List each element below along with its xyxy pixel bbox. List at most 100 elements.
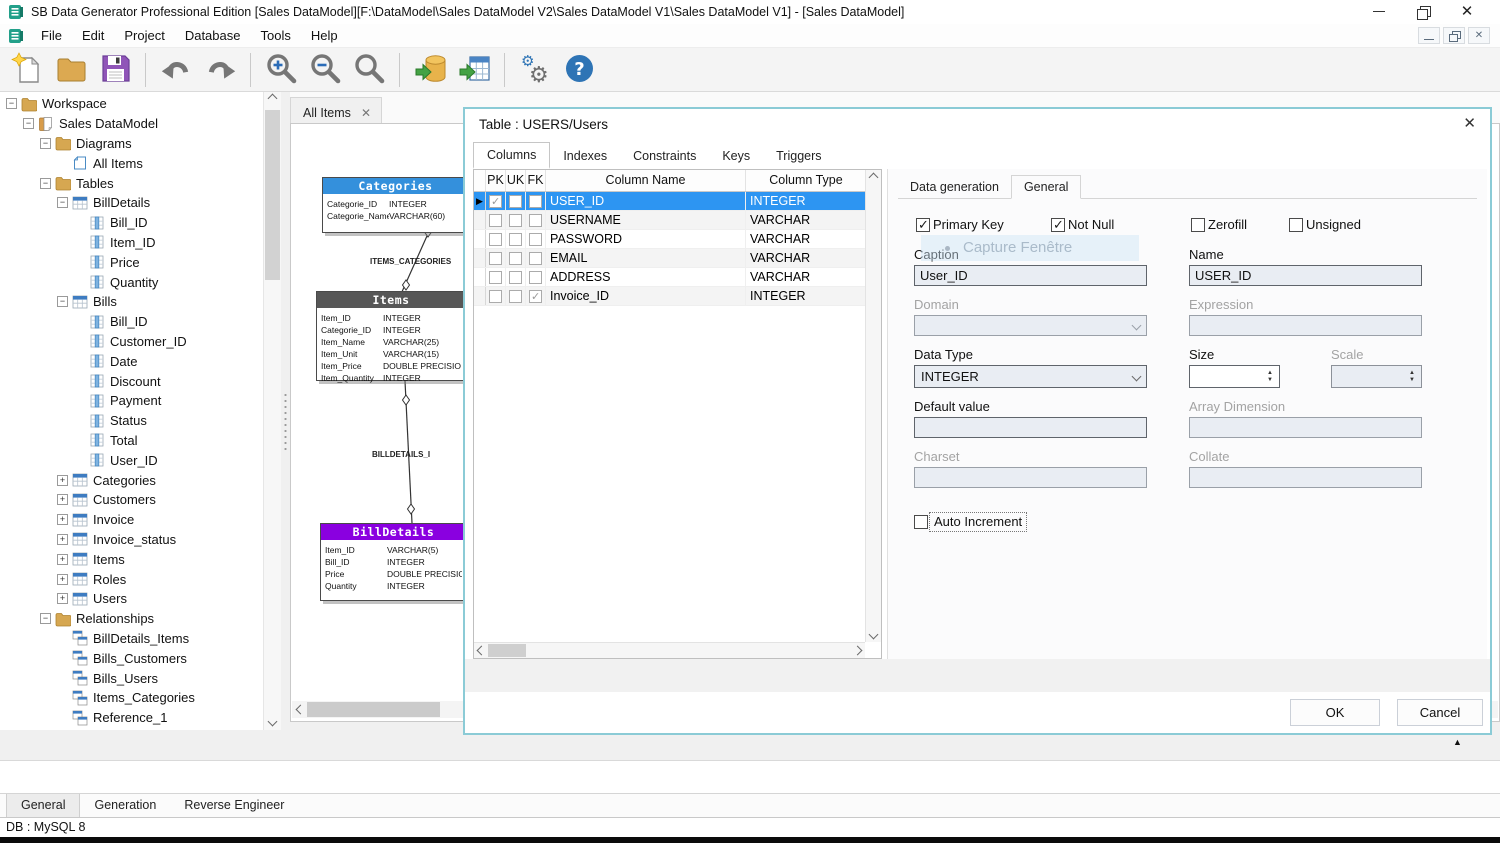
tree-item-bill-id[interactable]: Bill_ID — [0, 213, 262, 233]
fk-checkbox[interactable] — [529, 290, 542, 303]
uk-checkbox[interactable] — [509, 214, 522, 227]
new-document-button[interactable] — [8, 51, 46, 89]
tree-item-user-id[interactable]: User_ID — [0, 450, 262, 470]
column-type-cell[interactable]: INTEGER — [746, 192, 865, 210]
tab-all-items[interactable]: All Items ✕ — [290, 97, 382, 123]
column-header-pk[interactable]: PK — [486, 170, 506, 191]
tree-item-customers[interactable]: +Customers — [0, 490, 262, 510]
pk-checkbox[interactable] — [489, 271, 502, 284]
tree-item-bills-users[interactable]: Bills_Users — [0, 668, 262, 688]
minus-expander-icon[interactable]: − — [57, 296, 68, 307]
grid-vscrollbar[interactable] — [865, 170, 881, 642]
auto-increment-checkbox[interactable] — [914, 515, 928, 529]
row-selector[interactable] — [474, 287, 486, 305]
fk-checkbox[interactable] — [529, 214, 542, 227]
zoom-button[interactable] — [350, 51, 388, 89]
tree-item-payment[interactable]: Payment — [0, 391, 262, 411]
tree-item-bills[interactable]: −Bills — [0, 292, 262, 312]
cancel-button[interactable]: Cancel — [1397, 699, 1483, 726]
column-type-cell[interactable]: VARCHAR — [746, 230, 865, 248]
tree-item-relationships[interactable]: −Relationships — [0, 609, 262, 629]
tree-item-discount[interactable]: Discount — [0, 371, 262, 391]
tree-item-billdetails-items[interactable]: BillDetails_Items — [0, 629, 262, 649]
scroll-left-icon[interactable] — [477, 646, 487, 656]
close-icon[interactable]: ✕ — [1460, 5, 1474, 19]
column-type-cell[interactable]: VARCHAR — [746, 249, 865, 267]
grid-row-password[interactable]: PASSWORDVARCHAR — [474, 230, 865, 249]
scrollbar-thumb[interactable] — [265, 110, 280, 280]
tree-item-sales-datamodel[interactable]: −Sales DataModel — [0, 114, 262, 134]
plus-expander-icon[interactable]: + — [57, 574, 68, 585]
help-button[interactable]: ? — [560, 51, 598, 89]
panel-collapse-arrow-icon[interactable]: ▲ — [1453, 737, 1462, 747]
menu-file[interactable]: File — [31, 25, 72, 46]
scrollbar-thumb[interactable] — [307, 702, 440, 717]
grid-hscrollbar[interactable] — [474, 642, 865, 658]
pk-checkbox[interactable] — [489, 195, 502, 208]
tree-item-price[interactable]: Price — [0, 252, 262, 272]
ok-button[interactable]: OK — [1290, 699, 1380, 726]
menu-tools[interactable]: Tools — [250, 25, 300, 46]
tree-scrollbar[interactable] — [263, 92, 281, 730]
tree-item-categories[interactable]: +Categories — [0, 470, 262, 490]
open-folder-button[interactable] — [52, 51, 90, 89]
plus-expander-icon[interactable]: + — [57, 593, 68, 604]
bottom-tab-general[interactable]: General — [6, 794, 80, 817]
tree-item-workspace[interactable]: −Workspace — [0, 94, 262, 114]
redo-button[interactable] — [201, 51, 239, 89]
dialog-close-icon[interactable]: ✕ — [1463, 116, 1476, 131]
scroll-down-icon[interactable] — [268, 717, 278, 727]
uk-checkbox[interactable] — [509, 252, 522, 265]
default-value-input[interactable] — [914, 417, 1147, 438]
column-name-cell[interactable]: USER_ID — [546, 192, 746, 210]
tree-item-diagrams[interactable]: −Diagrams — [0, 134, 262, 154]
column-name-cell[interactable]: USERNAME — [546, 211, 746, 229]
primary-key-checkbox[interactable] — [916, 218, 930, 232]
bottom-tab-generation[interactable]: Generation — [80, 794, 170, 817]
row-selector[interactable] — [474, 211, 486, 229]
tab-triggers[interactable]: Triggers — [763, 144, 834, 168]
tree-item-items[interactable]: +Items — [0, 549, 262, 569]
pk-checkbox[interactable] — [489, 290, 502, 303]
tree-item-all-items[interactable]: All Items — [0, 153, 262, 173]
tab-constraints[interactable]: Constraints — [620, 144, 709, 168]
column-header-column-name[interactable]: Column Name — [546, 170, 746, 191]
settings-button[interactable]: ⚙⚙ — [516, 51, 554, 89]
not-null-checkbox[interactable] — [1051, 218, 1065, 232]
spin-up-icon[interactable]: ▲ — [1264, 370, 1276, 376]
size-spinner[interactable]: ▲▼ — [1189, 365, 1280, 388]
tree-item-roles[interactable]: +Roles — [0, 569, 262, 589]
zoom-in-button[interactable] — [262, 51, 300, 89]
save-button[interactable] — [96, 51, 134, 89]
entity-items[interactable]: ItemsItem_IDINTEGERCategorie_IDINTEGERIt… — [316, 291, 466, 381]
column-name-cell[interactable]: Invoice_ID — [546, 287, 746, 305]
tab-keys[interactable]: Keys — [709, 144, 763, 168]
column-type-cell[interactable]: VARCHAR — [746, 268, 865, 286]
scroll-down-icon[interactable] — [869, 630, 879, 640]
grid-row-user-id[interactable]: ▶ USER_IDINTEGER — [474, 192, 865, 211]
plus-expander-icon[interactable]: + — [57, 554, 68, 565]
tab-indexes[interactable]: Indexes — [550, 144, 620, 168]
grid-row-username[interactable]: USERNAMEVARCHAR — [474, 211, 865, 230]
entity-billdetails[interactable]: BillDetailsItem_IDVARCHAR(5)Bill_IDINTEG… — [320, 523, 467, 601]
column-name-cell[interactable]: ADDRESS — [546, 268, 746, 286]
caption-input[interactable] — [914, 265, 1147, 286]
column-header-fk[interactable]: FK — [526, 170, 546, 191]
minus-expander-icon[interactable]: − — [40, 178, 51, 189]
menu-edit[interactable]: Edit — [72, 25, 114, 46]
column-name-cell[interactable]: PASSWORD — [546, 230, 746, 248]
tree-item-invoice[interactable]: +Invoice — [0, 510, 262, 530]
tree-item-users[interactable]: +Users — [0, 589, 262, 609]
scroll-up-icon[interactable] — [268, 94, 278, 104]
entity-categories[interactable]: CategoriesCategorie_IDINTEGERCategorie_N… — [322, 177, 469, 233]
minus-expander-icon[interactable]: − — [57, 197, 68, 208]
minus-expander-icon[interactable]: − — [23, 118, 34, 129]
pk-checkbox[interactable] — [489, 233, 502, 246]
pk-checkbox[interactable] — [489, 214, 502, 227]
plus-expander-icon[interactable]: + — [57, 514, 68, 525]
undo-button[interactable] — [157, 51, 195, 89]
tab-general[interactable]: General — [1011, 175, 1081, 199]
plus-expander-icon[interactable]: + — [57, 534, 68, 545]
row-selector[interactable]: ▶ — [474, 192, 486, 210]
tree-item-billdetails[interactable]: −BillDetails — [0, 193, 262, 213]
